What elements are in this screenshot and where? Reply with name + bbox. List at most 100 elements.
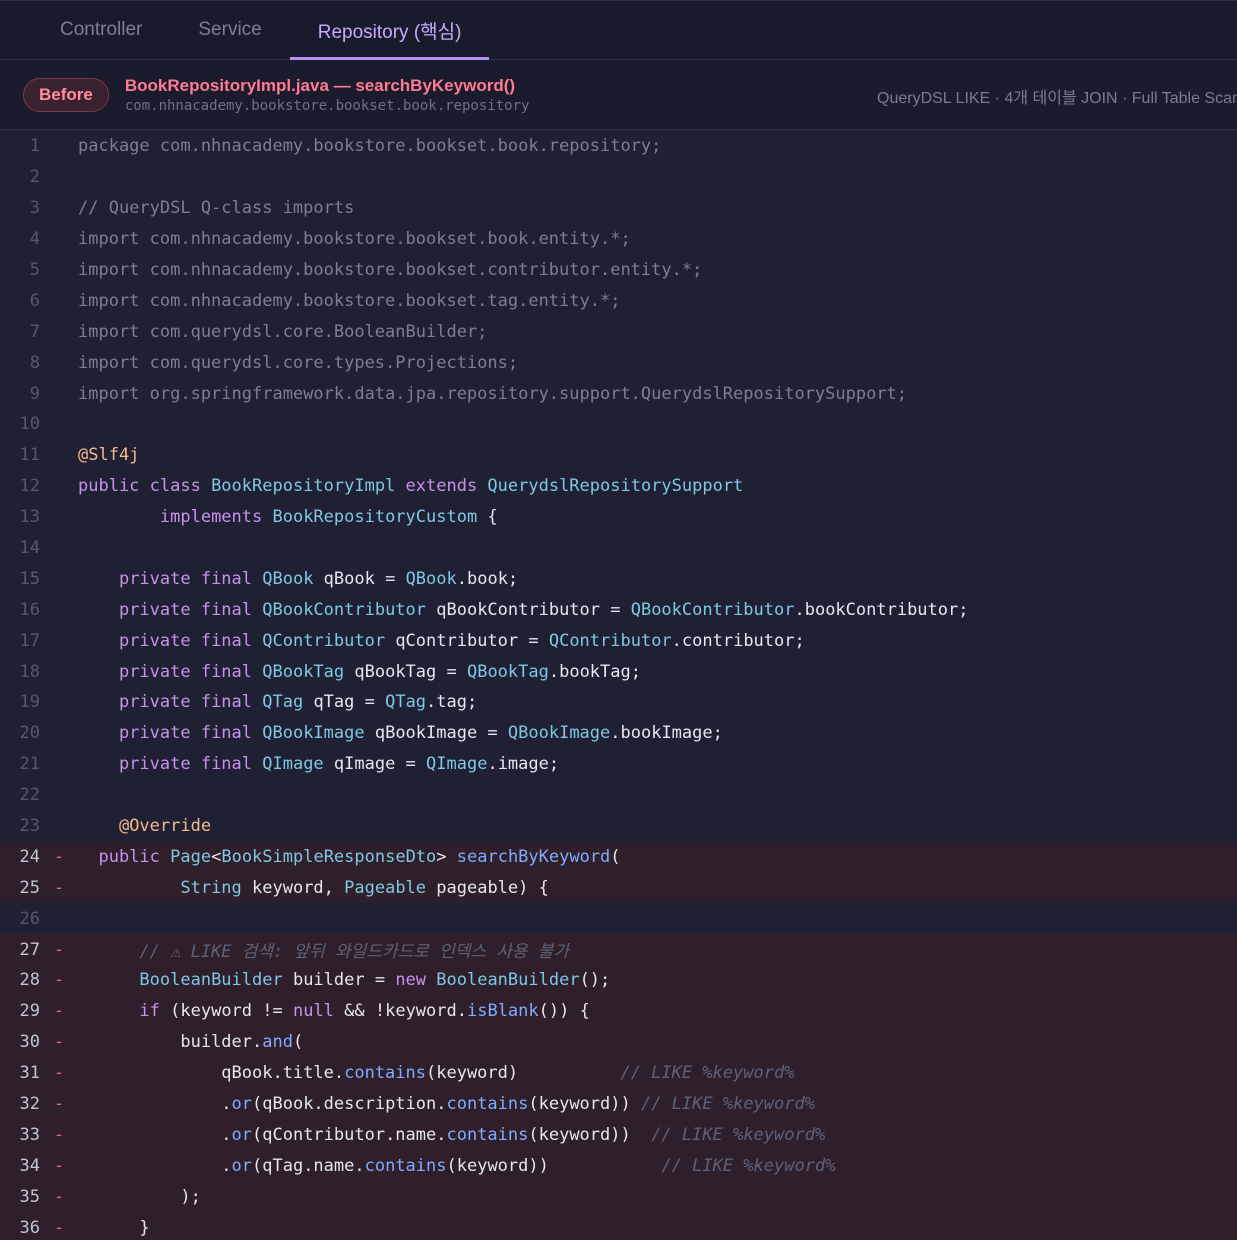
line-number: 29 — [19, 1001, 40, 1022]
code-line: 11 @Slf4j — [0, 440, 1237, 471]
code-line: 14 — [0, 533, 1237, 564]
line-number: 7 — [29, 321, 40, 342]
code-text: qBook.title.contains(keyword) // LIKE %k… — [78, 1063, 795, 1084]
code-text: .or(qContributor.name.contains(keyword))… — [78, 1124, 826, 1145]
code-line: 26 — [0, 903, 1237, 934]
line-number: 11 — [19, 445, 40, 466]
line-number: 10 — [19, 414, 40, 435]
code-text: builder.and( — [78, 1032, 304, 1053]
line-number: 33 — [19, 1124, 40, 1145]
code-line: 17 private final QContributor qContribut… — [0, 625, 1237, 656]
line-number: 32 — [19, 1094, 40, 1115]
diff-marker: - — [53, 846, 65, 867]
line-number: 27 — [19, 939, 40, 960]
line-number: 18 — [19, 661, 40, 682]
line-number: 12 — [19, 476, 40, 497]
line-number: 24 — [19, 846, 40, 867]
line-number: 21 — [19, 754, 40, 775]
diff-marker: - — [53, 1094, 65, 1115]
code-text: import com.nhnacademy.bookstore.bookset.… — [78, 260, 703, 280]
code-line-removed: 28- BooleanBuilder builder = new Boolean… — [0, 965, 1237, 996]
line-number: 1 — [29, 136, 40, 157]
diff-marker: - — [53, 939, 65, 960]
diff-marker: - — [53, 1063, 65, 1084]
diff-marker: - — [53, 1217, 65, 1238]
code-text: BooleanBuilder builder = new BooleanBuil… — [139, 970, 611, 991]
code-line: 4 import com.nhnacademy.bookstore.bookset… — [0, 224, 1237, 255]
code-line-removed: 33- .or(qContributor.name.contains(keywo… — [0, 1119, 1237, 1151]
line-number: 36 — [19, 1217, 40, 1238]
line-number: 13 — [19, 507, 40, 528]
line-number: 31 — [19, 1063, 40, 1084]
code-text: import com.nhnacademy.bookstore.bookset.… — [78, 290, 621, 311]
code-line-removed: 34- .or(qTag.name.contains(keyword)) // … — [0, 1150, 1237, 1182]
file-meta: QueryDSL LIKE · 4개 테이블 JOIN · Full Table… — [877, 90, 1237, 107]
code-line: 18 private final QBookTag qBookTag = QBo… — [0, 656, 1237, 687]
line-number: 25 — [19, 877, 40, 898]
code-line-removed: 31- qBook.title.contains(keyword) // LIK… — [0, 1057, 1237, 1089]
code-text: import com.nhnacademy.bookstore.bookset.… — [78, 229, 631, 250]
diff-marker: - — [53, 1001, 65, 1022]
code-line: 19 private final QTag qTag = QTag.tag; — [0, 687, 1237, 718]
code-text: implements BookRepositoryCustom { — [159, 507, 498, 528]
code-line-removed: 36- } — [0, 1212, 1237, 1240]
line-number: 8 — [29, 352, 40, 373]
code-text: public class BookRepositoryImpl extends … — [78, 476, 744, 497]
line-number: 15 — [19, 568, 40, 589]
code-line: 12 public class BookRepositoryImpl extend… — [0, 471, 1237, 502]
line-number: 26 — [19, 908, 40, 929]
code-line-removed: 30- builder.and( — [0, 1026, 1237, 1058]
code-text: import org.springframework.data.jpa.repo… — [78, 383, 908, 404]
tab-repository[interactable]: Repository (핵심) — [289, 1, 490, 60]
line-number: 35 — [19, 1186, 40, 1207]
code-line: 10 — [0, 409, 1237, 440]
code-line: 1 package com.nhnacademy.bookstore.bookse… — [0, 131, 1237, 162]
line-number: 19 — [19, 692, 40, 713]
line-number: 28 — [19, 970, 40, 991]
code-line-removed: 35- ); — [0, 1181, 1237, 1213]
file-header: Before BookRepositoryImpl.java — searchB… — [0, 60, 1237, 130]
code-line: 6 import com.nhnacademy.bookstore.bookset… — [0, 285, 1237, 316]
code-line-removed: 24- public Page<BookSimpleResponseDto> s… — [0, 841, 1237, 873]
code-text: public Page<BookSimpleResponseDto> searc… — [98, 846, 621, 867]
line-number: 34 — [19, 1155, 40, 1176]
code-text: private final QTag qTag = QTag.tag; — [118, 692, 478, 713]
code-text: import com.querydsl.core.BooleanBuilder; — [78, 321, 488, 342]
code-text: @Override — [118, 816, 212, 837]
line-number: 20 — [19, 723, 40, 744]
diff-marker: - — [53, 970, 65, 991]
diff-marker: - — [53, 1186, 65, 1207]
line-number: 3 — [29, 198, 40, 219]
code-text: package com.nhnacademy.bookstore.bookset… — [78, 136, 662, 157]
line-number: 23 — [19, 816, 40, 837]
before-badge: Before — [23, 77, 109, 112]
line-number: 17 — [19, 630, 40, 651]
code-line-removed: 29- if (keyword != null && !keyword.isBl… — [0, 995, 1237, 1027]
line-number: 22 — [19, 785, 40, 806]
code-line: 23 @Override — [0, 811, 1237, 842]
code-viewer: Controller Service Repository (핵심) Befor… — [0, 0, 1237, 1240]
code-text: } — [78, 1217, 150, 1238]
code-text: import com.querydsl.core.types.Projectio… — [78, 352, 519, 373]
code-line-removed: 32- .or(qBook.description.contains(keywo… — [0, 1088, 1237, 1120]
code-text: private final QBook qBook = QBook.book; — [118, 568, 519, 589]
file-tabs: Controller Service Repository (핵심) — [0, 0, 1237, 60]
code-text: .or(qTag.name.contains(keyword)) // LIKE… — [78, 1155, 836, 1176]
code-line: 2 — [0, 162, 1237, 193]
line-number: 4 — [29, 229, 40, 250]
code-line: 3 // QueryDSL Q-class imports — [0, 193, 1237, 224]
line-number: 6 — [29, 290, 40, 311]
code-text: .or(qBook.description.contains(keyword))… — [78, 1094, 815, 1115]
code-text: ); — [78, 1186, 201, 1207]
code-text: // QueryDSL Q-class imports — [78, 198, 355, 219]
tab-controller[interactable]: Controller — [32, 1, 170, 59]
line-number: 30 — [19, 1032, 40, 1053]
tab-service[interactable]: Service — [170, 1, 289, 59]
code-text: if (keyword != null && !keyword.isBlank(… — [139, 1001, 590, 1022]
file-info: BookRepositoryImpl.java — searchByKeywor… — [125, 76, 530, 114]
code-text: String keyword, Pageable pageable) { — [180, 877, 549, 898]
code-line: 9 import org.springframework.data.jpa.rep… — [0, 378, 1237, 409]
code-text: private final QBookImage qBookImage = QB… — [118, 723, 723, 744]
diff-marker: - — [53, 877, 65, 898]
code-line: 16 private final QBookContributor qBookC… — [0, 594, 1237, 625]
